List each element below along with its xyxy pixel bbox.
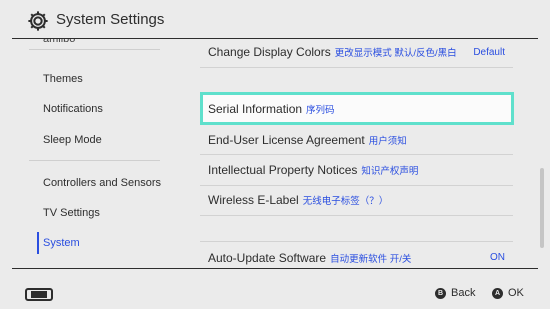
setting-row-wireless-e-label[interactable]: Wireless E-Label 无线电子标签（？） <box>208 193 388 207</box>
sidebar-item-sleep-mode[interactable]: Sleep Mode <box>43 134 102 146</box>
b-button-icon: B <box>435 287 446 299</box>
sidebar-selection-indicator <box>37 232 39 254</box>
settings-list: Change Display Colors 更改显示模式 默认/反色/黑白 Def… <box>180 39 535 268</box>
sidebar: amiibo Themes Notifications Sleep Mode C… <box>0 39 180 268</box>
setting-note: 更改显示模式 默认/反色/黑白 <box>334 48 457 59</box>
back-label: Back <box>451 287 476 299</box>
footer: B Back A OK <box>0 269 550 309</box>
setting-label: End-User License Agreement <box>208 133 365 147</box>
sidebar-item-tv-settings[interactable]: TV Settings <box>43 207 100 219</box>
ok-label: OK <box>508 287 524 299</box>
scrollbar[interactable] <box>540 168 544 248</box>
sidebar-divider <box>29 160 160 161</box>
setting-label: Change Display Colors <box>208 45 331 59</box>
setting-row-auto-update-software[interactable]: Auto-Update Software 自动更新软件 开/关 <box>208 251 411 265</box>
setting-note: 序列码 <box>306 105 335 116</box>
sidebar-item-amiibo[interactable]: amiibo <box>43 39 75 45</box>
header: System Settings <box>0 0 550 38</box>
setting-note: 知识产权声明 <box>361 166 419 177</box>
setting-row-intellectual-property-notices[interactable]: Intellectual Property Notices 知识产权声明 <box>208 163 418 177</box>
setting-note: 用户须知 <box>368 136 407 147</box>
setting-value: Default <box>473 47 505 58</box>
list-divider <box>200 154 513 155</box>
ok-button[interactable]: A OK <box>492 287 524 299</box>
list-divider <box>200 215 513 216</box>
setting-label: Intellectual Property Notices <box>208 163 358 177</box>
gear-icon <box>28 11 48 31</box>
page-title: System Settings <box>56 11 165 28</box>
list-divider <box>200 67 513 68</box>
list-divider <box>200 185 513 186</box>
sidebar-item-system[interactable]: System <box>43 237 80 249</box>
sidebar-item-themes[interactable]: Themes <box>43 73 83 85</box>
console-icon <box>25 288 53 301</box>
setting-note: 自动更新软件 开/关 <box>330 254 412 265</box>
setting-label: Serial Information <box>208 102 303 116</box>
setting-row-change-display-colors[interactable]: Change Display Colors 更改显示模式 默认/反色/黑白 <box>208 45 457 59</box>
setting-value: ON <box>490 252 505 263</box>
list-divider <box>200 241 513 242</box>
setting-label: Wireless E-Label <box>208 193 299 207</box>
setting-row-serial-information[interactable]: Serial Information 序列码 <box>208 102 335 116</box>
setting-label: Auto-Update Software <box>208 251 327 265</box>
sidebar-item-controllers-and-sensors[interactable]: Controllers and Sensors <box>43 177 161 189</box>
setting-row-end-user-license-agreement[interactable]: End-User License Agreement 用户须知 <box>208 133 407 147</box>
back-button[interactable]: B Back <box>435 287 475 299</box>
setting-note: 无线电子标签（？） <box>302 196 389 207</box>
sidebar-item-notifications[interactable]: Notifications <box>43 103 103 115</box>
sidebar-divider <box>29 49 160 50</box>
a-button-icon: A <box>492 287 503 299</box>
